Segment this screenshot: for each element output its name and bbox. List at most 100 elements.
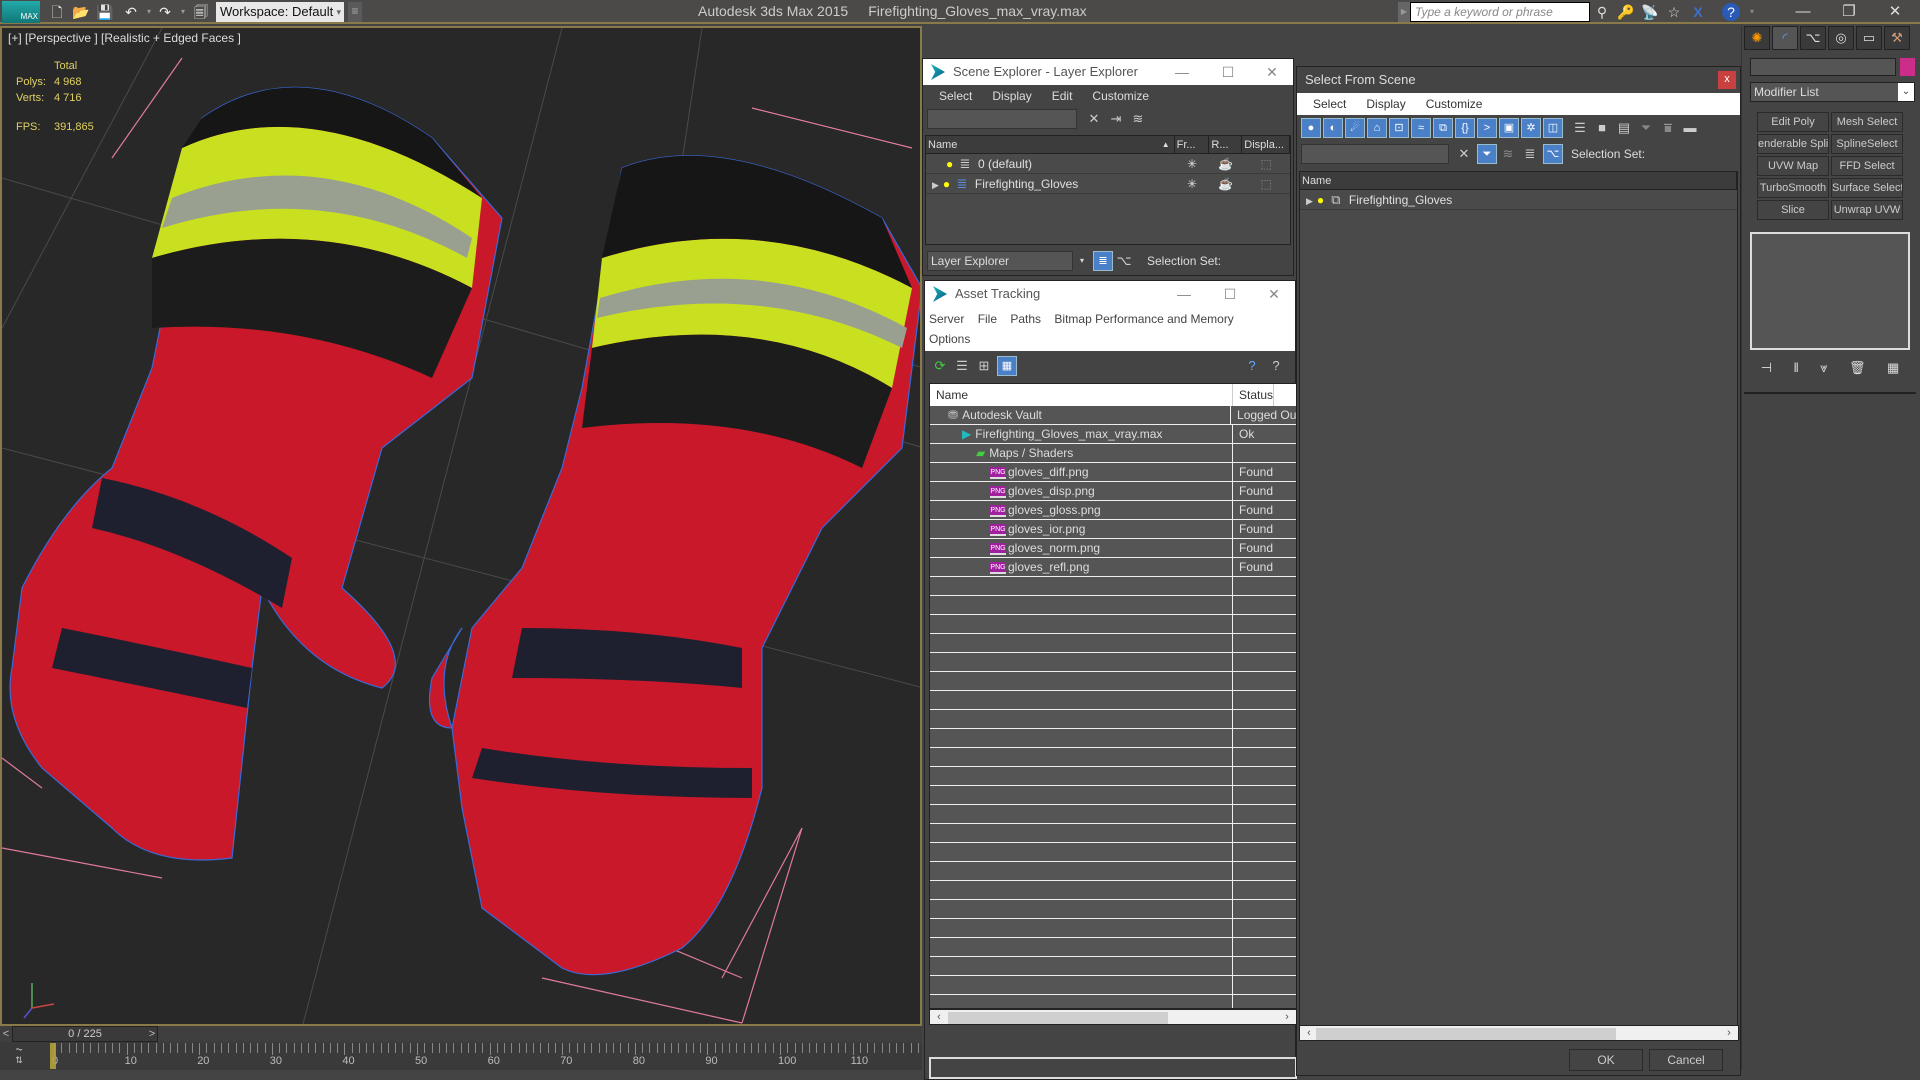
layers-icon[interactable]: ≋ [1499, 145, 1517, 163]
menu-customize[interactable]: Customize [1082, 85, 1159, 107]
modifier-button[interactable]: TurboSmooth [1757, 178, 1829, 198]
hidden-filter-button[interactable]: ◫ [1543, 118, 1563, 138]
column-name[interactable]: Name [1300, 172, 1737, 189]
modifier-button[interactable]: UVW Map [1757, 156, 1829, 176]
redo-dropdown-icon[interactable]: ▾ [174, 3, 192, 21]
workspace-dropdown[interactable]: Workspace: Default ▾ [216, 2, 344, 22]
asset-row[interactable]: ⛃ Autodesk Vault Logged Ou [930, 406, 1296, 425]
asset-horizontal-scrollbar[interactable]: ‹ › [929, 1009, 1297, 1025]
key-icon[interactable]: 🔑 [1616, 3, 1636, 21]
application-menu-button[interactable]: MAX [2, 1, 40, 23]
column-name[interactable]: Name ▲ [926, 136, 1175, 153]
modifier-button[interactable]: enderable Splin [1757, 134, 1829, 154]
previous-frame-button[interactable]: < [0, 1026, 12, 1042]
asset-row[interactable]: PNG gloves_diff.png Found [930, 463, 1296, 482]
redo-icon[interactable]: ↷ [156, 3, 174, 21]
open-file-icon[interactable]: 📂 [72, 3, 90, 21]
modify-tab-icon[interactable]: ◜ [1772, 26, 1798, 50]
layer-row[interactable]: ▶ ● ≣ Firefighting_Gloves ✳ ☕ ⬚ [926, 174, 1290, 194]
column-freeze[interactable]: Fr... [1175, 136, 1210, 153]
search-input[interactable]: Type a keyword or phrase [1410, 2, 1590, 22]
cancel-button[interactable]: Cancel [1649, 1049, 1723, 1071]
current-frame-marker[interactable] [50, 1043, 56, 1069]
tree-view-icon[interactable]: ⊞ [975, 357, 993, 375]
find-input[interactable] [927, 109, 1077, 129]
menu-paths[interactable]: Paths [1010, 312, 1041, 326]
remove-modifier-icon[interactable]: 🗑 [1849, 360, 1866, 380]
hierarchy-view-icon[interactable]: ⌥ [1115, 252, 1133, 270]
menu-file[interactable]: File [978, 312, 997, 326]
ok-button[interactable]: OK [1569, 1049, 1643, 1071]
object-row[interactable]: ▶ ● ⧉ Firefighting_Gloves [1300, 190, 1737, 210]
pin-stack-icon[interactable]: ⊣ [1761, 360, 1772, 380]
explorer-type-dropdown[interactable]: Layer Explorer ▾ [927, 251, 1084, 271]
make-unique-icon[interactable]: ⩔ [1820, 360, 1827, 380]
binoculars-icon[interactable]: ⚲ [1592, 3, 1612, 21]
add-to-layer-icon[interactable]: ⇥ [1107, 110, 1125, 128]
menu-edit[interactable]: Edit [1042, 85, 1083, 107]
project-folder-icon[interactable]: 🗐 [192, 3, 210, 21]
menu-display[interactable]: Display [982, 85, 1041, 107]
display-invert-icon[interactable]: ▤ [1615, 119, 1633, 137]
perspective-viewport[interactable]: [+] [Perspective ] [Realistic + Edged Fa… [0, 26, 922, 1026]
close-button[interactable]: ✕ [1251, 281, 1297, 307]
help-icon[interactable]: ? [1722, 3, 1740, 21]
modifier-button[interactable]: FFD Select [1831, 156, 1903, 176]
minimize-button[interactable]: — [1161, 281, 1207, 307]
asset-row[interactable]: PNG gloves_refl.png Found [930, 558, 1296, 577]
save-file-icon[interactable]: 💾 [96, 3, 114, 21]
column-name[interactable]: Name [930, 384, 1233, 406]
help-icon[interactable]: ? [1243, 357, 1261, 375]
menu-select[interactable]: Select [1303, 93, 1356, 115]
space-warps-filter-button[interactable]: ≈ [1411, 118, 1431, 138]
shapes-filter-button[interactable]: ◐ [1323, 118, 1343, 138]
groups-filter-button[interactable]: ⧉ [1433, 118, 1453, 138]
maximize-button[interactable]: ☐ [1205, 59, 1251, 85]
time-slider-thumb[interactable]: 0 / 225 [12, 1026, 158, 1042]
favorites-star-icon[interactable]: ☆ [1664, 3, 1684, 21]
create-tab-icon[interactable]: ✺ [1744, 26, 1770, 50]
scroll-right-icon[interactable]: › [1722, 1026, 1736, 1040]
menu-select[interactable]: Select [929, 85, 982, 107]
viewport-label[interactable]: [+] [Perspective ] [Realistic + Edged Fa… [8, 31, 241, 45]
menu-bitmap-performance[interactable]: Bitmap Performance and Memory [1054, 312, 1233, 326]
freeze-icon[interactable]: ✳ [1175, 154, 1210, 173]
motion-tab-icon[interactable]: ◎ [1828, 26, 1854, 50]
bones-filter-button[interactable]: > [1477, 118, 1497, 138]
layer-row[interactable]: ● ≣ 0 (default) ✳ ☕ ⬚ [926, 154, 1290, 174]
hierarchy-view-button[interactable]: ⌥ [1543, 144, 1563, 164]
minimize-button[interactable]: — [1159, 59, 1205, 85]
next-frame-button[interactable]: > [146, 1026, 158, 1042]
scrollbar-thumb[interactable] [1316, 1028, 1616, 1040]
freeze-icon[interactable]: ✳ [1175, 174, 1210, 193]
lights-filter-button[interactable]: ☄ [1345, 118, 1365, 138]
help-dropdown-icon[interactable]: ▾ [1742, 3, 1762, 21]
asset-tracking-titlebar[interactable]: Asset Tracking — ☐ ✕ [925, 281, 1295, 307]
display-all-icon[interactable]: ☰ [1571, 119, 1589, 137]
scroll-left-icon[interactable]: ‹ [932, 1010, 946, 1024]
menu-display[interactable]: Display [1356, 93, 1415, 115]
asset-row[interactable]: PNG gloves_ior.png Found [930, 520, 1296, 539]
xrefs-filter-button[interactable]: {} [1455, 118, 1475, 138]
scrollbar-thumb[interactable] [948, 1012, 1168, 1024]
select-find-input[interactable] [1301, 144, 1449, 164]
refresh-icon[interactable]: ⟳ [931, 357, 949, 375]
time-slider[interactable]: < 0 / 225 > [0, 1026, 922, 1042]
modifier-list-dropdown[interactable]: Modifier List ⌄ [1750, 82, 1915, 102]
toggle-filter-button[interactable]: ⏷ [1477, 144, 1497, 164]
new-file-icon[interactable]: 🗋 [48, 3, 66, 21]
display-none-icon[interactable]: ■ [1593, 119, 1611, 137]
maximize-button[interactable]: ☐ [1207, 281, 1253, 307]
menu-options[interactable]: Options [929, 332, 970, 346]
advanced-filter-icon[interactable]: ⩸ [1659, 119, 1677, 137]
left-glove-mesh[interactable] [9, 86, 503, 861]
search-expand-icon[interactable]: ▶ [1398, 2, 1410, 22]
track-bar[interactable]: ⏦⇅ 010203040506070809010011012 [0, 1042, 935, 1070]
containers-filter-button[interactable]: ▣ [1499, 118, 1519, 138]
expand-arrow-icon[interactable]: ▶ [932, 180, 939, 190]
exchange-icon[interactable]: X [1688, 3, 1708, 21]
asset-row[interactable]: ▰ Maps / Shaders [930, 444, 1296, 463]
menu-server[interactable]: Server [929, 312, 964, 326]
asset-row[interactable]: ▶ Firefighting_Gloves_max_vray.max Ok [930, 425, 1296, 444]
clear-search-icon[interactable]: ✕ [1455, 145, 1473, 163]
